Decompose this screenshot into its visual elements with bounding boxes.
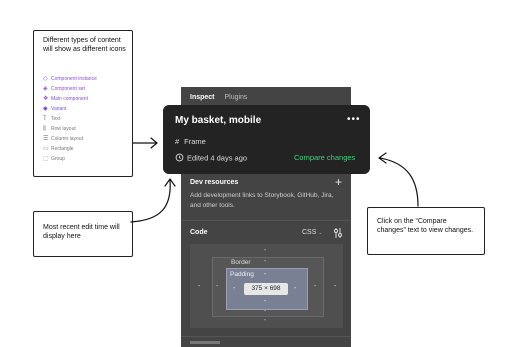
arrow-to-edit-time bbox=[130, 179, 171, 223]
annotation-arrows bbox=[130, 137, 419, 223]
arrow-to-compare bbox=[379, 157, 419, 207]
